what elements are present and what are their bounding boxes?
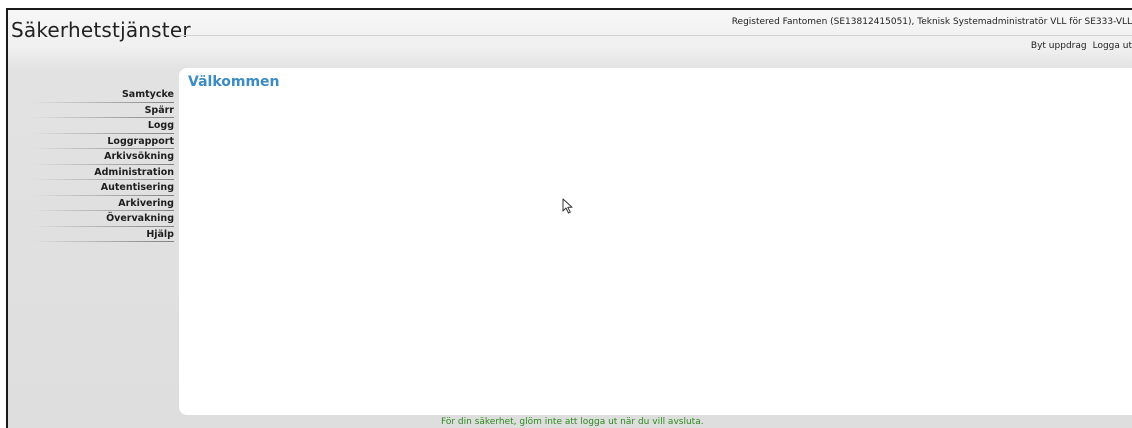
app-window: Säkerhetstjänster Registered Fantomen (S…	[6, 8, 1132, 428]
switch-assignment-link[interactable]: Byt uppdrag	[1031, 41, 1087, 51]
header-divider	[176, 35, 1132, 36]
sidebar-item-logg[interactable]: Logg	[32, 118, 174, 134]
footer-message: För din säkerhet, glöm inte att logga ut…	[441, 417, 704, 427]
sidebar-item-loggrapport[interactable]: Loggrapport	[32, 133, 174, 149]
app-title: Säkerhetstjänster	[11, 18, 191, 42]
main-content: Välkommen	[179, 68, 1132, 415]
sidebar-item-arkivsokning[interactable]: Arkivsökning	[32, 149, 174, 165]
sidebar-item-overvakning[interactable]: Övervakning	[32, 211, 174, 227]
sidebar-item-arkivering[interactable]: Arkivering	[32, 195, 174, 211]
sidebar-menu: Samtycke Spärr Logg Loggrapport Arkivsök…	[32, 87, 174, 242]
sidebar-item-administration[interactable]: Administration	[32, 164, 174, 180]
sidebar-item-samtycke[interactable]: Samtycke	[32, 87, 174, 103]
header-links: Byt uppdrag Logga ut	[1025, 41, 1132, 51]
sidebar-item-sparr[interactable]: Spärr	[32, 102, 174, 118]
sidebar-item-hjalp[interactable]: Hjälp	[32, 226, 174, 242]
sidebar-item-autentisering[interactable]: Autentisering	[32, 180, 174, 196]
logout-link[interactable]: Logga ut	[1093, 41, 1132, 51]
user-info: Registered Fantomen (SE13812415051), Tek…	[731, 17, 1132, 27]
mouse-pointer-icon	[562, 198, 573, 214]
page-title: Välkommen	[188, 74, 280, 90]
